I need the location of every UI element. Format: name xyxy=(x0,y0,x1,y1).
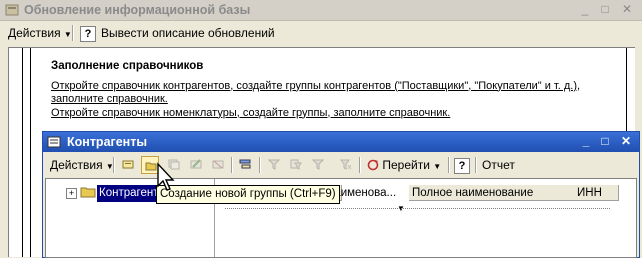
filter-by-value-button[interactable] xyxy=(287,156,305,174)
actions-label: Действия xyxy=(50,158,103,172)
describe-updates-button[interactable]: Вывести описание обновлений xyxy=(98,24,278,42)
minimize-icon[interactable]: _ xyxy=(578,3,592,16)
tooltip: Создание новой группы (Ctrl+F9) xyxy=(156,185,340,204)
actions-menu[interactable]: Действия ▼ xyxy=(47,156,117,174)
table-row xyxy=(225,208,610,209)
add-icon xyxy=(122,160,134,169)
toolbar-separator xyxy=(448,157,450,173)
toolbar-separator xyxy=(113,157,115,173)
filter-history-button[interactable] xyxy=(309,156,335,174)
filter-icon xyxy=(268,159,280,170)
open-nomenclature-link[interactable]: Откройте справочник номенклатуры, создай… xyxy=(51,107,611,121)
delete-mark-icon xyxy=(212,160,224,169)
close-icon[interactable]: ✕ xyxy=(619,135,633,148)
add-button[interactable] xyxy=(119,156,137,174)
contractors-toolbar: Действия ▼ Перейти ▼ ? Отчет xyxy=(43,154,639,176)
toolbar-separator xyxy=(259,157,261,173)
edit-button[interactable] xyxy=(187,156,205,174)
actions-menu[interactable]: Действия ▼ xyxy=(5,24,75,42)
outer-title-bar: Обновление информационной базы _ □ ✕ xyxy=(0,0,642,21)
dropdown-arrow-icon: ▼ xyxy=(433,162,442,171)
expand-icon[interactable]: + xyxy=(66,188,77,199)
dropdown-arrow-icon: ▼ xyxy=(63,30,72,39)
toolbar-separator xyxy=(231,157,233,173)
margin-line xyxy=(30,48,31,257)
outer-window-title: Обновление информационной базы xyxy=(24,3,251,17)
close-icon[interactable]: ✕ xyxy=(620,3,634,16)
column-header-inn[interactable]: ИНН xyxy=(574,185,619,201)
filter-value-icon xyxy=(290,159,302,170)
folder-icon xyxy=(80,187,96,198)
toolbar-separator xyxy=(72,25,74,41)
open-contractors-link-cont[interactable]: заполните справочник. xyxy=(51,93,611,107)
update-description: Заполнение справочников Откройте справоч… xyxy=(51,60,611,120)
catalog-icon xyxy=(47,136,61,148)
delete-mark-button[interactable] xyxy=(209,156,227,174)
contractors-title-bar: Контрагенты _ □ ✕ xyxy=(43,132,639,152)
filter-history-icon xyxy=(312,159,324,170)
help-button[interactable]: ? xyxy=(451,156,473,174)
open-contractors-link[interactable]: Откройте справочник контрагентов, создай… xyxy=(51,80,611,94)
goto-label: Перейти xyxy=(382,158,430,172)
actions-label: Действия xyxy=(8,26,61,40)
section-heading: Заполнение справочников xyxy=(51,60,204,72)
edit-icon xyxy=(190,159,202,169)
clear-filter-button[interactable] xyxy=(337,156,355,174)
hierarchy-button[interactable] xyxy=(236,156,254,174)
contractors-window-title: Контрагенты xyxy=(67,135,148,149)
hierarchy-icon xyxy=(239,159,251,169)
app-icon xyxy=(5,4,19,16)
toolbar-separator xyxy=(359,157,361,173)
mouse-cursor-icon xyxy=(157,162,175,191)
toolbar-separator xyxy=(475,157,477,173)
sort-arrow-icon: ▼ xyxy=(397,204,405,213)
report-button[interactable]: Отчет xyxy=(479,156,518,174)
column-header-full-name[interactable]: Полное наименование xyxy=(409,185,577,201)
clear-filter-icon xyxy=(340,159,352,170)
maximize-icon[interactable]: □ xyxy=(598,3,612,16)
refresh-icon xyxy=(367,159,379,171)
minimize-icon[interactable]: _ xyxy=(579,135,593,148)
filter-button[interactable] xyxy=(265,156,283,174)
goto-menu[interactable]: Перейти ▼ xyxy=(364,156,444,174)
help-icon: ? xyxy=(454,158,470,174)
outer-toolbar: Действия ▼ ? Вывести описание обновлений xyxy=(0,22,642,45)
margin-line xyxy=(22,48,23,257)
help-button[interactable]: ? xyxy=(77,24,99,42)
help-icon: ? xyxy=(80,26,96,42)
maximize-icon[interactable]: □ xyxy=(598,135,612,148)
